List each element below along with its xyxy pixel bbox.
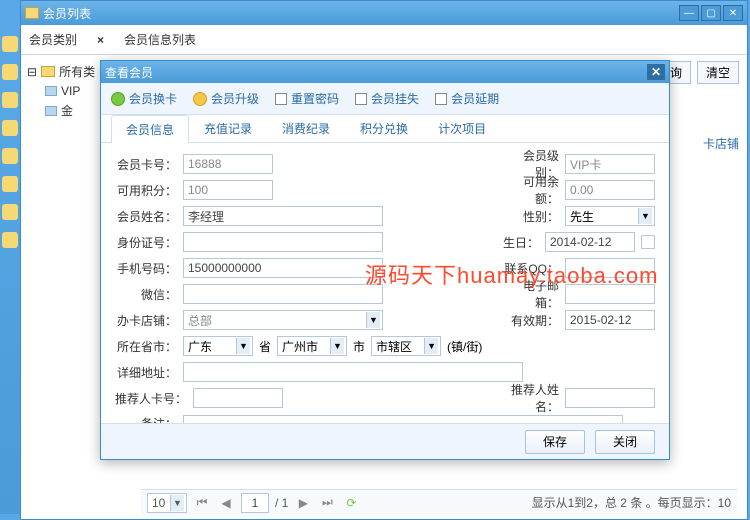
label-name: 会员姓名： — [115, 208, 177, 225]
shop-select[interactable]: 总部▼ — [183, 310, 383, 330]
leaf-icon — [45, 106, 57, 116]
refresh-button[interactable]: ⟳ — [342, 494, 360, 512]
close-window-button[interactable]: ✕ — [723, 5, 743, 21]
checkbox-icon — [435, 93, 447, 105]
label-shop: 办卡店铺： — [115, 312, 177, 329]
expiry-field[interactable] — [565, 310, 655, 330]
email-field[interactable] — [565, 284, 655, 304]
app-sidebar — [0, 24, 20, 514]
window-title: 会员列表 — [43, 5, 91, 22]
tab-recharge-log[interactable]: 充值记录 — [189, 114, 267, 142]
city-select[interactable]: 广州市▼ — [277, 336, 347, 356]
name-field[interactable] — [183, 206, 383, 226]
dialog-close-button[interactable]: ✕ — [647, 64, 665, 80]
prev-page-button[interactable]: ◀ — [217, 494, 235, 512]
change-card-button[interactable]: 会员换卡 — [111, 90, 177, 107]
qq-field[interactable] — [565, 258, 655, 278]
label-points: 可用积分： — [115, 182, 177, 199]
chevron-down-icon: ▼ — [366, 312, 380, 328]
points-field[interactable] — [183, 180, 273, 200]
reset-password-button[interactable]: 重置密码 — [275, 90, 339, 107]
phone-field[interactable] — [183, 258, 383, 278]
dialog-titlebar: 查看会员 ✕ — [101, 61, 669, 83]
save-button[interactable]: 保存 — [525, 430, 585, 454]
label-card-no: 会员卡号： — [115, 156, 177, 173]
clear-button[interactable]: 清空 — [697, 61, 739, 84]
upgrade-button[interactable]: 会员升级 — [193, 90, 259, 107]
label-expiry: 有效期： — [501, 312, 559, 329]
main-tabs: 会员类别 × 会员信息列表 — [21, 25, 747, 55]
first-page-button[interactable]: ⏮ — [193, 494, 211, 512]
level-field[interactable] — [565, 154, 655, 174]
leaf-icon — [45, 86, 57, 96]
tab-consume-log[interactable]: 消费纪录 — [267, 114, 345, 142]
ref-name-field[interactable] — [565, 388, 655, 408]
folder-icon — [25, 7, 39, 19]
view-member-dialog: 查看会员 ✕ 会员换卡 会员升级 重置密码 会员挂失 会员延期 会员信息 充值记… — [100, 60, 670, 460]
dialog-footer: 保存 关闭 — [101, 423, 669, 459]
tab-member-info[interactable]: 会员信息 — [111, 115, 189, 143]
chevron-down-icon: ▼ — [170, 495, 184, 511]
chevron-down-icon: ▼ — [330, 338, 344, 354]
folder-icon — [41, 66, 55, 77]
next-page-button[interactable]: ▶ — [294, 494, 312, 512]
chevron-down-icon: ▼ — [424, 338, 438, 354]
last-page-button[interactable]: ⏭ — [318, 494, 336, 512]
chevron-down-icon: ▼ — [638, 208, 652, 224]
label-ref-card: 推荐人卡号： — [115, 390, 187, 407]
label-wechat: 微信： — [115, 286, 177, 303]
maximize-button[interactable]: ▢ — [701, 5, 721, 21]
gender-select[interactable]: 先生▼ — [565, 206, 655, 226]
district-select[interactable]: 市辖区▼ — [371, 336, 441, 356]
chevron-down-icon: ▼ — [236, 338, 250, 354]
card-no-field[interactable] — [183, 154, 273, 174]
dialog-toolbar: 会员换卡 会员升级 重置密码 会员挂失 会员延期 — [101, 83, 669, 115]
close-button[interactable]: 关闭 — [595, 430, 655, 454]
total-pages: / 1 — [275, 496, 288, 510]
label-gender: 性别： — [501, 208, 559, 225]
checkbox-icon — [355, 93, 367, 105]
province-suffix: 省 — [259, 338, 271, 355]
label-phone: 手机号码： — [115, 260, 177, 277]
address-field[interactable] — [183, 362, 523, 382]
district-suffix: (镇/街) — [447, 338, 482, 355]
card-shop-label: 卡店铺 — [703, 135, 739, 152]
label-province: 所在省市： — [115, 338, 177, 355]
page-number-input[interactable] — [241, 493, 269, 513]
label-address: 详细地址： — [115, 364, 177, 381]
minimize-button[interactable]: — — [679, 5, 699, 21]
wechat-field[interactable] — [183, 284, 383, 304]
report-lost-button[interactable]: 会员挂失 — [355, 90, 419, 107]
id-no-field[interactable] — [183, 232, 383, 252]
dialog-title: 查看会员 — [105, 64, 153, 81]
upgrade-icon — [193, 92, 207, 106]
extend-button[interactable]: 会员延期 — [435, 90, 499, 107]
city-suffix: 市 — [353, 338, 365, 355]
checkbox-icon — [275, 93, 287, 105]
pager-info: 显示从1到2，总 2 条 。每页显示：10 — [532, 494, 731, 511]
label-id-no: 身份证号： — [115, 234, 177, 251]
page-size-select[interactable]: 10▼ — [147, 493, 187, 513]
province-select[interactable]: 广东▼ — [183, 336, 253, 356]
tab-member-category[interactable]: 会员类别 — [29, 31, 77, 48]
label-ref-name: 推荐人姓名： — [489, 381, 559, 415]
label-balance: 可用余额： — [501, 173, 559, 207]
label-email: 电子邮箱： — [501, 277, 559, 311]
swap-icon — [111, 92, 125, 106]
tab-member-info-list[interactable]: 会员信息列表 — [124, 31, 196, 48]
tab-close-icon[interactable]: × — [97, 33, 104, 47]
ref-card-field[interactable] — [193, 388, 283, 408]
tab-points-exchange[interactable]: 积分兑换 — [345, 114, 423, 142]
tab-count-items[interactable]: 计次项目 — [423, 114, 501, 142]
member-form: 会员卡号： 会员级别： 可用积分： 可用余额： 会员姓名： 性别： 先生▼ 身份… — [101, 143, 669, 463]
window-titlebar: 会员列表 — ▢ ✕ — [21, 1, 747, 25]
label-qq: 联系QQ： — [501, 260, 559, 277]
pagination-bar: 10▼ ⏮ ◀ / 1 ▶ ⏭ ⟳ 显示从1到2，总 2 条 。每页显示：10 — [141, 489, 737, 515]
calendar-icon[interactable] — [641, 235, 655, 249]
dialog-tabs: 会员信息 充值记录 消费纪录 积分兑换 计次项目 — [101, 115, 669, 143]
label-birthday: 生日： — [481, 234, 539, 251]
birthday-field[interactable] — [545, 232, 635, 252]
balance-field[interactable] — [565, 180, 655, 200]
